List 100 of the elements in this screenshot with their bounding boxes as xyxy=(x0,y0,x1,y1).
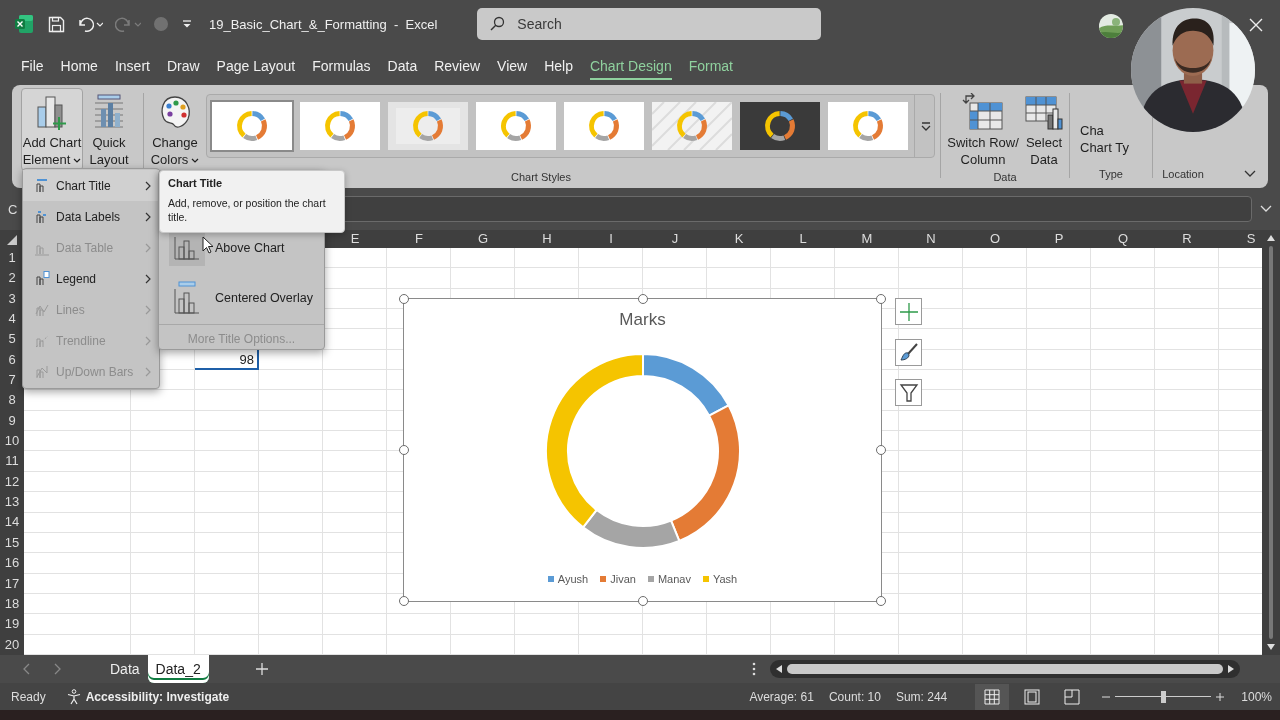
sheet-tab[interactable]: Data_2 xyxy=(147,655,209,683)
column-header[interactable]: J xyxy=(671,231,679,246)
row-header[interactable]: 11 xyxy=(0,451,24,472)
horizontal-scrollbar[interactable] xyxy=(769,660,1240,678)
menu-item[interactable]: Legend xyxy=(23,263,159,294)
column-header[interactable]: P xyxy=(1054,231,1064,246)
scroll-left-icon[interactable] xyxy=(774,664,783,674)
row-header[interactable]: 2 xyxy=(0,268,24,289)
close-icon[interactable] xyxy=(1249,18,1263,32)
column-header[interactable]: R xyxy=(1182,231,1192,246)
next-sheet-icon[interactable] xyxy=(54,663,62,675)
chart-style-thumbnail[interactable] xyxy=(562,100,646,152)
save-icon[interactable] xyxy=(48,15,65,33)
chart-style-thumbnail[interactable] xyxy=(826,100,910,152)
column-header[interactable]: S xyxy=(1246,231,1256,246)
scroll-down-icon[interactable] xyxy=(1266,643,1276,651)
row-header[interactable]: 14 xyxy=(0,512,24,533)
add-chart-element-button[interactable]: Add Chart Element xyxy=(21,88,83,171)
resize-handle[interactable] xyxy=(876,445,886,455)
column-header[interactable]: I xyxy=(609,231,613,246)
zoom-level[interactable]: 100% xyxy=(1241,689,1272,704)
chart-tool-button[interactable] xyxy=(895,338,922,366)
add-sheet-icon[interactable] xyxy=(254,662,269,676)
chart-style-thumbnail[interactable] xyxy=(474,100,558,152)
column-header[interactable]: K xyxy=(734,231,744,246)
resize-handle[interactable] xyxy=(399,294,409,304)
chart-style-thumbnail[interactable] xyxy=(298,100,382,152)
row-header[interactable]: 18 xyxy=(0,593,24,615)
customize-icon[interactable] xyxy=(181,18,193,30)
row-header[interactable]: 13 xyxy=(0,492,24,513)
chart-tool-button[interactable] xyxy=(895,379,922,406)
resize-handle[interactable] xyxy=(876,596,886,606)
ribbon-tab[interactable]: Home xyxy=(60,53,98,80)
ribbon-tab[interactable]: Draw xyxy=(166,53,200,80)
zoom-in-icon[interactable] xyxy=(1215,691,1226,702)
resize-handle[interactable] xyxy=(637,596,648,606)
row-header[interactable]: 1 xyxy=(0,248,24,269)
accessibility-status[interactable]: Accessibility: Investigate xyxy=(85,689,230,704)
column-header[interactable]: O xyxy=(989,231,1001,246)
row-header[interactable]: 4 xyxy=(0,309,24,330)
row-header[interactable]: 16 xyxy=(0,553,24,574)
ribbon-tab[interactable]: Review xyxy=(434,53,481,80)
ribbon-tab[interactable]: Page Layout xyxy=(216,53,296,80)
row-header[interactable]: 6 xyxy=(0,349,24,371)
menu-item[interactable]: Centered Overlay xyxy=(159,273,324,323)
column-header[interactable]: G xyxy=(477,231,489,246)
column-header[interactable]: L xyxy=(799,231,807,246)
chart-style-thumbnail[interactable] xyxy=(738,100,822,152)
column-header[interactable]: M xyxy=(861,231,873,246)
row-header[interactable]: 20 xyxy=(0,634,24,655)
chart-style-thumbnail[interactable] xyxy=(210,100,294,152)
zoom-slider[interactable] xyxy=(1115,690,1212,703)
column-header[interactable]: N xyxy=(926,231,936,246)
row-header[interactable]: 7 xyxy=(0,370,24,391)
previous-sheet-icon[interactable] xyxy=(22,663,30,675)
row-header[interactable]: 5 xyxy=(0,329,24,350)
expand-icon[interactable] xyxy=(1260,205,1272,213)
row-header[interactable]: 9 xyxy=(0,410,24,432)
chart-style-thumbnail[interactable] xyxy=(386,100,470,152)
ribbon-tab[interactable]: Insert xyxy=(114,53,150,80)
row-header[interactable]: 8 xyxy=(0,390,24,411)
resize-handle[interactable] xyxy=(637,294,648,304)
change-chart-type-button[interactable]: Cha Chart Ty xyxy=(1072,122,1129,156)
row-header[interactable]: 17 xyxy=(0,573,24,594)
ribbon-tab[interactable]: File xyxy=(21,53,44,80)
slider-thumb[interactable] xyxy=(1161,690,1167,703)
resize-handle[interactable] xyxy=(399,445,409,455)
name-box[interactable]: C xyxy=(8,201,22,217)
column-header[interactable]: H xyxy=(542,231,552,246)
ribbon-tab[interactable]: Data xyxy=(387,53,418,80)
ribbon-tab[interactable]: Formulas xyxy=(312,53,371,80)
view-button[interactable] xyxy=(975,683,1010,710)
row-header[interactable]: 10 xyxy=(0,431,24,452)
chart-title[interactable]: Marks xyxy=(619,310,666,330)
sheet-tab[interactable]: Data xyxy=(102,655,148,683)
chart-style-thumbnail[interactable] xyxy=(650,100,734,152)
resize-handle[interactable] xyxy=(876,294,886,304)
row-header[interactable]: 19 xyxy=(0,614,24,635)
scroll-up-icon[interactable] xyxy=(1266,234,1276,242)
search-field[interactable]: Search xyxy=(477,8,822,40)
change-colors-button[interactable]: Change Colors xyxy=(146,88,204,171)
collapse-ribbon-icon[interactable] xyxy=(1244,170,1256,178)
vertical-scrollbar[interactable] xyxy=(1262,230,1280,655)
resize-handle[interactable] xyxy=(399,596,409,606)
column-header[interactable]: E xyxy=(350,231,360,246)
select-all-icon[interactable] xyxy=(7,235,17,245)
menu-item[interactable]: Chart Title xyxy=(23,170,159,201)
ribbon-tab[interactable]: Help xyxy=(544,53,573,80)
row-header[interactable]: 3 xyxy=(0,288,24,310)
menu-item[interactable]: Data Labels xyxy=(23,201,159,232)
switch-row-column-button[interactable]: Switch Row/ Column xyxy=(946,88,1020,171)
ribbon-tab[interactable]: Format xyxy=(688,53,733,80)
row-header[interactable]: 12 xyxy=(0,471,24,493)
column-header[interactable]: Q xyxy=(1117,231,1129,246)
undo-icon[interactable] xyxy=(77,15,103,33)
ribbon-tab[interactable]: Chart Design xyxy=(589,53,672,80)
scroll-right-icon[interactable] xyxy=(1226,664,1235,674)
column-header[interactable]: F xyxy=(415,231,423,246)
row-header[interactable]: 15 xyxy=(0,532,24,554)
more-icon[interactable] xyxy=(751,662,756,676)
